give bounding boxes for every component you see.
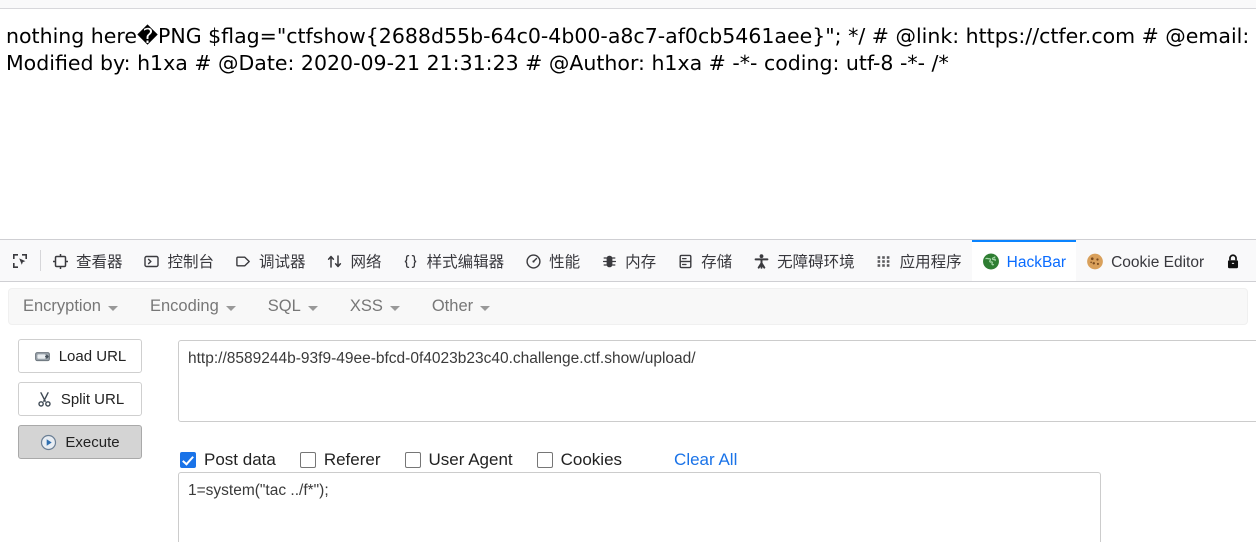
option-post-data[interactable]: Post data: [180, 450, 276, 470]
tab-hackbar-label: HackBar: [1006, 253, 1067, 271]
hackbar-globe-icon: [982, 253, 1000, 271]
tab-application[interactable]: 应用程序: [865, 240, 972, 281]
menu-encoding-label: Encoding: [149, 297, 219, 315]
page-text-line-1-after: PNG $flag="ctfshow{2688d55b-64c0-4b00-a8…: [158, 24, 1256, 48]
option-cookies-label: Cookies: [560, 450, 623, 469]
chevron-down-icon: [480, 306, 491, 311]
user-agent-checkbox[interactable]: [404, 452, 421, 468]
page-text-line-1-before: nothing here: [6, 24, 137, 48]
split-url-icon: [36, 391, 53, 408]
menu-sql[interactable]: SQL: [268, 297, 318, 316]
tab-performance[interactable]: 性能: [514, 240, 590, 281]
tab-debugger-label: 调试器: [259, 253, 306, 271]
menu-encryption-label: Encryption: [23, 297, 101, 315]
load-url-button[interactable]: Load URL: [18, 339, 142, 373]
network-icon: [326, 253, 344, 271]
chevron-down-icon: [307, 306, 318, 311]
hackbar-action-buttons: Load URL Split URL Execute: [18, 339, 142, 468]
load-url-icon: [34, 348, 51, 365]
url-input[interactable]: [178, 340, 1256, 422]
tab-style-editor[interactable]: 样式编辑器: [392, 240, 515, 281]
tab-hackbar[interactable]: HackBar: [971, 240, 1077, 281]
element-picker-button[interactable]: [0, 240, 40, 281]
tab-application-label: 应用程序: [899, 253, 962, 271]
post-data-checkbox[interactable]: [180, 452, 196, 468]
storage-icon: [676, 253, 694, 271]
tab-console[interactable]: 控制台: [133, 240, 225, 281]
execute-label: Execute: [65, 433, 120, 451]
console-icon: [143, 253, 161, 271]
execute-button[interactable]: Execute: [18, 425, 142, 459]
option-cookies[interactable]: Cookies: [536, 450, 623, 470]
menu-xss[interactable]: XSS: [350, 297, 400, 316]
tab-network[interactable]: 网络: [316, 240, 392, 281]
tab-console-label: 控制台: [167, 253, 215, 271]
browser-window: nothing here�PNG $flag="ctfshow{2688d55b…: [0, 0, 1256, 542]
chevron-down-icon: [225, 306, 236, 311]
element-picker-icon: [11, 252, 29, 270]
option-referer-label: Referer: [323, 450, 381, 469]
chevron-down-icon: [389, 306, 400, 311]
chevron-down-icon: [107, 306, 118, 311]
clear-all-link[interactable]: Clear All: [674, 450, 737, 470]
load-url-label: Load URL: [58, 347, 127, 365]
split-url-label: Split URL: [60, 390, 125, 408]
hackbar-panel: Encryption Encoding SQL XSS Other Load U…: [0, 283, 1256, 542]
tab-storage-label: 存储: [701, 253, 733, 271]
option-referer[interactable]: Referer: [299, 450, 381, 470]
replacement-char-glyph: �: [136, 24, 159, 48]
browser-chrome-strip: [0, 0, 1256, 9]
hackbar-menubar: Encryption Encoding SQL XSS Other: [8, 288, 1248, 325]
menu-xss-label: XSS: [349, 297, 383, 315]
lock-icon: [1224, 253, 1242, 271]
tab-cookie-editor[interactable]: Cookie Editor: [1076, 240, 1214, 281]
accessibility-icon: [752, 253, 770, 271]
application-icon: [875, 253, 893, 271]
tab-inspector[interactable]: 查看器: [41, 240, 133, 281]
menu-sql-label: SQL: [267, 297, 301, 315]
post-data-input[interactable]: [178, 472, 1101, 542]
referer-checkbox[interactable]: [299, 452, 316, 468]
tab-inspector-label: 查看器: [76, 253, 123, 271]
debugger-icon: [234, 253, 252, 271]
option-post-data-label: Post data: [204, 450, 276, 469]
tab-memory[interactable]: 内存: [590, 240, 666, 281]
menu-encoding[interactable]: Encoding: [150, 297, 236, 316]
devtools-tab-toolbar: 查看器 控制台 调试器 网络 样式编辑器 性能 内存 存储 无障碍环境 应用程序…: [0, 239, 1256, 282]
page-text-line-1: nothing here�PNG $flag="ctfshow{2688d55b…: [0, 11, 1256, 50]
page-text-line-2: Modified by: h1xa # @Date: 2020-09-21 21…: [6, 51, 949, 75]
menu-other[interactable]: Other: [431, 297, 491, 316]
tab-lock[interactable]: [1214, 240, 1256, 281]
tab-cookie-editor-label: Cookie Editor: [1111, 253, 1205, 271]
cookie-icon: [1086, 253, 1104, 271]
tab-performance-label: 性能: [549, 253, 581, 271]
cookies-checkbox[interactable]: [536, 452, 553, 468]
inspector-icon: [51, 253, 69, 271]
style-editor-icon: [402, 253, 420, 271]
tab-accessibility[interactable]: 无障碍环境: [742, 240, 865, 281]
performance-icon: [524, 253, 542, 271]
tab-memory-label: 内存: [625, 253, 657, 271]
tab-debugger[interactable]: 调试器: [224, 240, 316, 281]
hackbar-options-row: Post data Referer User Agent Cookies Cle…: [180, 448, 737, 472]
tab-style-editor-label: 样式编辑器: [426, 253, 505, 271]
menu-encryption[interactable]: Encryption: [23, 297, 118, 316]
tab-storage[interactable]: 存储: [666, 240, 742, 281]
memory-icon: [600, 253, 618, 271]
split-url-button[interactable]: Split URL: [18, 382, 142, 416]
menu-other-label: Other: [431, 297, 474, 315]
option-user-agent-label: User Agent: [428, 450, 513, 469]
page-content-area: nothing here�PNG $flag="ctfshow{2688d55b…: [0, 11, 1256, 239]
option-user-agent[interactable]: User Agent: [404, 450, 513, 470]
tab-accessibility-label: 无障碍环境: [777, 253, 855, 271]
execute-play-icon: [40, 434, 57, 451]
tab-network-label: 网络: [350, 253, 382, 271]
